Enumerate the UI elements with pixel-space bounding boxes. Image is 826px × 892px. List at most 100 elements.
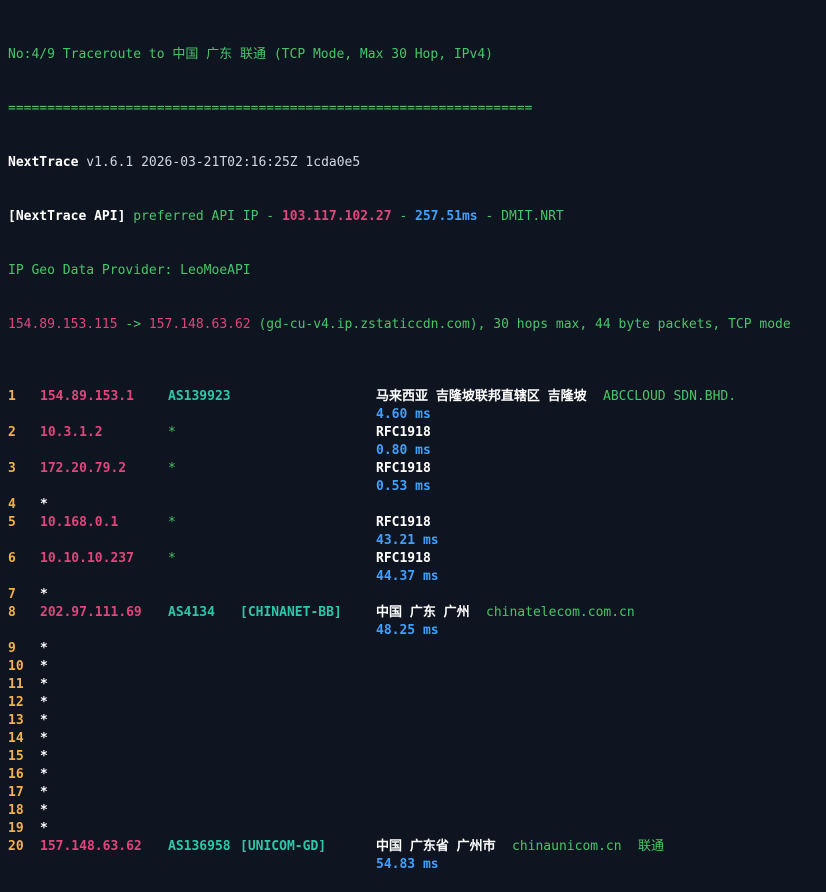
hop-latency-row: 4.60 ms xyxy=(8,406,818,424)
hop-number: 2 xyxy=(8,425,16,440)
hop-latency: 54.83 ms xyxy=(376,857,439,872)
hop-list: 1 154.89.153.1 AS139923 马来西亚 吉隆坡联邦直辖区 吉隆坡 AB… xyxy=(8,388,818,874)
hop-ip: * xyxy=(40,641,48,656)
hop-org: ABCCLOUD SDN.BHD. xyxy=(603,389,737,404)
separator-line: ========================================… xyxy=(8,101,533,116)
hop-tag: [UNICOM-GD] xyxy=(240,839,327,854)
hop-ip: 10.10.10.237 xyxy=(40,551,134,566)
api-node: - DMIT.NRT xyxy=(477,209,564,224)
route-destination: 157.148.63.62 xyxy=(148,317,251,332)
hop-number: 4 xyxy=(8,497,16,512)
route-source: 154.89.153.115 xyxy=(8,317,118,332)
trace-title: No:4/9 Traceroute to 中国 广东 联通 (TCP Mode,… xyxy=(8,47,493,62)
api-latency: 257.51ms xyxy=(415,209,478,224)
hop-org-extra: 联通 xyxy=(638,839,665,854)
api-ip: 103.117.102.27 xyxy=(281,209,392,224)
hop-ip: * xyxy=(40,803,48,818)
hop-number: 15 xyxy=(8,749,24,764)
hop-asn: AS4134 xyxy=(168,605,215,620)
hop-row: 3 172.20.79.2 * RFC1918 xyxy=(8,460,818,478)
hop-number: 18 xyxy=(8,803,24,818)
hop-latency-row: 44.37 ms xyxy=(8,568,818,586)
hop-row: 12 * xyxy=(8,694,818,712)
hop-asn: AS136958 xyxy=(168,839,231,854)
hop-row: 8 202.97.111.69 AS4134 [CHINANET-BB] 中国 广东 广… xyxy=(8,604,818,622)
hop-latency-row: 54.83 ms xyxy=(8,856,818,874)
hop-row: 9 * xyxy=(8,640,818,658)
hop-ip: * xyxy=(40,659,48,674)
hop-geo: 中国 广东省 广州市 xyxy=(376,839,496,854)
hop-ip: * xyxy=(40,821,48,836)
hop-ip: * xyxy=(40,749,48,764)
hop-number: 8 xyxy=(8,605,16,620)
hop-row: 11 * xyxy=(8,676,818,694)
hop-geo: 马来西亚 吉隆坡联邦直辖区 吉隆坡 xyxy=(376,389,587,404)
hop-row: 13 * xyxy=(8,712,818,730)
hop-row: 6 10.10.10.237 * RFC1918 xyxy=(8,550,818,568)
api-label: [NextTrace API] xyxy=(8,209,126,224)
hop-ip: 154.89.153.1 xyxy=(40,389,134,404)
hop-ip: * xyxy=(40,695,48,710)
hop-number: 1 xyxy=(8,389,16,404)
route-line: 154.89.153.115 -> 157.148.63.62 (gd-cu-v… xyxy=(8,316,818,334)
api-text: preferred API IP - xyxy=(125,209,282,224)
hop-number: 5 xyxy=(8,515,16,530)
hop-ip: 172.20.79.2 xyxy=(40,461,127,476)
hop-number: 16 xyxy=(8,767,24,782)
hop-latency: 0.53 ms xyxy=(376,479,431,494)
hop-ip: * xyxy=(40,677,48,692)
hop-latency: 4.60 ms xyxy=(376,407,431,422)
hop-number: 9 xyxy=(8,641,16,656)
api-dash: - xyxy=(391,209,416,224)
hop-row: 14 * xyxy=(8,730,818,748)
hop-latency: 48.25 ms xyxy=(376,623,439,638)
hop-ip: * xyxy=(40,785,48,800)
hop-asn: * xyxy=(168,515,176,530)
hop-latency: 0.80 ms xyxy=(376,443,431,458)
hop-asn: * xyxy=(168,551,176,566)
hop-row: 10 * xyxy=(8,658,818,676)
hop-ip: * xyxy=(40,767,48,782)
hop-geo: 中国 广东 广州 xyxy=(376,605,470,620)
hop-ip: 202.97.111.69 xyxy=(40,605,142,620)
hop-row: 7 * xyxy=(8,586,818,604)
hop-number: 6 xyxy=(8,551,16,566)
hop-row: 1 154.89.153.1 AS139923 马来西亚 吉隆坡联邦直辖区 吉隆坡 AB… xyxy=(8,388,818,406)
hop-org: chinaunicom.cn xyxy=(512,839,622,854)
hop-row: 17 * xyxy=(8,784,818,802)
app-name: NextTrace xyxy=(8,155,79,170)
geo-provider-line: IP Geo Data Provider: LeoMoeAPI xyxy=(8,263,251,278)
hop-ip: * xyxy=(40,497,48,512)
hop-geo: RFC1918 xyxy=(376,461,431,476)
hop-latency-row: 48.25 ms xyxy=(8,622,818,640)
hop-number: 11 xyxy=(8,677,24,692)
hop-ip: 10.3.1.2 xyxy=(40,425,103,440)
hop-row: 4 * xyxy=(8,496,818,514)
route-info: (gd-cu-v4.ip.zstaticcdn.com), 30 hops ma… xyxy=(250,317,791,332)
hop-number: 7 xyxy=(8,587,16,602)
hop-geo: RFC1918 xyxy=(376,515,431,530)
hop-number: 20 xyxy=(8,839,24,854)
terminal-window: No:4/9 Traceroute to 中国 广东 联通 (TCP Mode,… xyxy=(0,0,826,872)
hop-ip: 157.148.63.62 xyxy=(40,839,142,854)
hop-row: 19 * xyxy=(8,820,818,838)
hop-number: 19 xyxy=(8,821,24,836)
hop-asn: * xyxy=(168,461,176,476)
hop-geo: RFC1918 xyxy=(376,551,431,566)
app-version-line: NextTrace v1.6.1 2026-03-21T02:16:25Z 1c… xyxy=(8,154,818,172)
hop-row: 20 157.148.63.62 AS136958 [UNICOM-GD] 中国 广东省… xyxy=(8,838,818,856)
hop-latency-row: 43.21 ms xyxy=(8,532,818,550)
hop-ip: * xyxy=(40,713,48,728)
hop-latency: 44.37 ms xyxy=(376,569,439,584)
hop-asn: AS139923 xyxy=(168,389,231,404)
hop-number: 14 xyxy=(8,731,24,746)
app-version: v1.6.1 2026-03-21T02:16:25Z 1cda0e5 xyxy=(78,155,361,170)
hop-ip: 10.168.0.1 xyxy=(40,515,119,530)
hop-geo: RFC1918 xyxy=(376,425,431,440)
hop-latency: 43.21 ms xyxy=(376,533,439,548)
hop-number: 12 xyxy=(8,695,24,710)
hop-row: 16 * xyxy=(8,766,818,784)
hop-number: 3 xyxy=(8,461,16,476)
hop-row: 15 * xyxy=(8,748,818,766)
hop-number: 10 xyxy=(8,659,24,674)
